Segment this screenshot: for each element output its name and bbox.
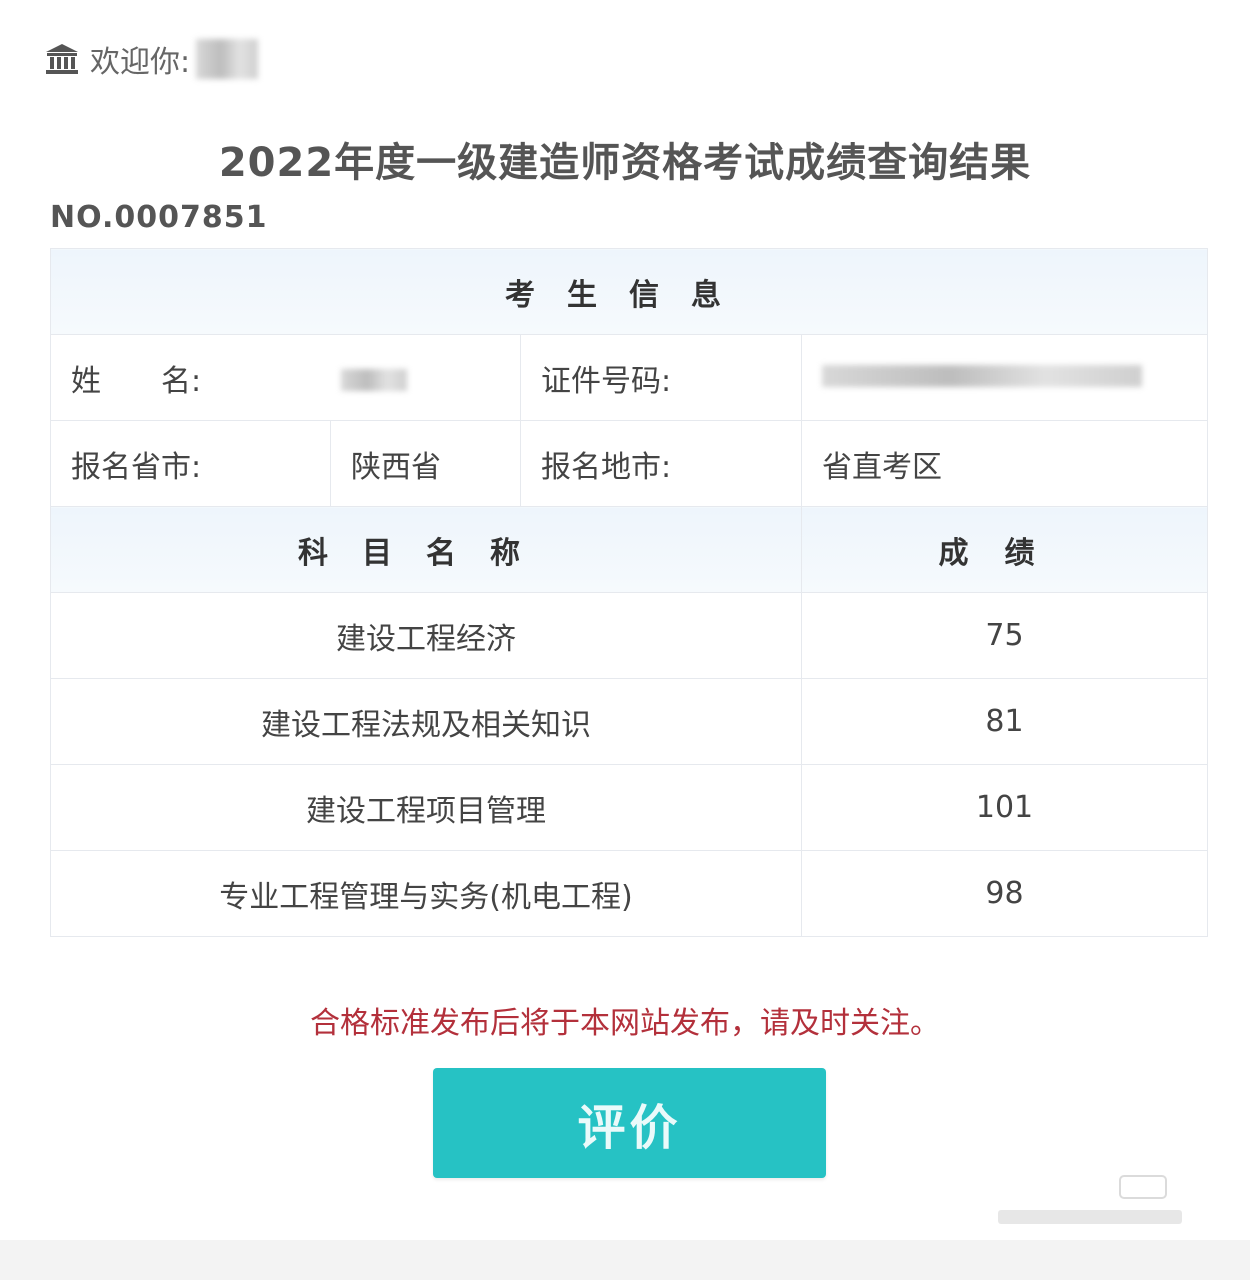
result-table: 考生信息 姓名: 证件号码: 报名省市: 陕西省 报名地市: 省直考区 科目名称… <box>50 248 1208 937</box>
page-container: 欢迎你: 2022年度一级建造师资格考试成绩查询结果 NO.0007851 考生… <box>0 0 1250 1240</box>
subject-name: 建设工程项目管理 <box>50 764 802 851</box>
serial-number: NO.0007851 <box>50 200 268 235</box>
region-row: 报名省市: 陕西省 报名地市: 省直考区 <box>50 420 1208 507</box>
candidate-info-header: 考生信息 <box>50 248 1208 335</box>
table-row: 建设工程法规及相关知识 81 <box>50 678 1208 765</box>
watermark-icon <box>998 1175 1182 1224</box>
table-row: 建设工程项目管理 101 <box>50 764 1208 851</box>
candidate-info-header-row: 考生信息 <box>50 248 1208 335</box>
subject-score: 98 <box>801 850 1208 937</box>
bank-icon <box>46 44 78 74</box>
subject-score: 81 <box>801 678 1208 765</box>
redacted-name <box>340 368 407 391</box>
id-label: 证件号码: <box>520 334 802 421</box>
subject-name: 建设工程法规及相关知识 <box>50 678 802 765</box>
province-label: 报名省市: <box>50 420 331 507</box>
name-label: 姓名: <box>50 334 521 421</box>
welcome-bar: 欢迎你: <box>44 34 259 84</box>
welcome-label: 欢迎你: <box>90 45 191 80</box>
subject-score: 75 <box>801 592 1208 679</box>
score-header-row: 科目名称 成绩 <box>50 506 1208 593</box>
city-label: 报名地市: <box>520 420 802 507</box>
redacted-id-number <box>822 365 1142 387</box>
table-row: 建设工程经济 75 <box>50 592 1208 679</box>
redacted-username <box>196 39 259 79</box>
page-title: 2022年度一级建造师资格考试成绩查询结果 <box>218 140 1032 186</box>
name-row: 姓名: 证件号码: <box>50 334 1208 421</box>
city-value: 省直考区 <box>801 420 1208 507</box>
subject-header: 科目名称 <box>50 506 802 593</box>
id-value-cell <box>801 334 1208 421</box>
score-header: 成绩 <box>801 506 1208 593</box>
notice-text: 合格标准发布后将于本网站发布，请及时关注。 <box>310 1006 940 1041</box>
subject-score: 101 <box>801 764 1208 851</box>
subject-name: 专业工程管理与实务(机电工程) <box>50 850 802 937</box>
rate-button[interactable]: 评价 <box>433 1068 826 1178</box>
subject-name: 建设工程经济 <box>50 592 802 679</box>
province-value: 陕西省 <box>330 420 521 507</box>
table-row: 专业工程管理与实务(机电工程) 98 <box>50 850 1208 937</box>
